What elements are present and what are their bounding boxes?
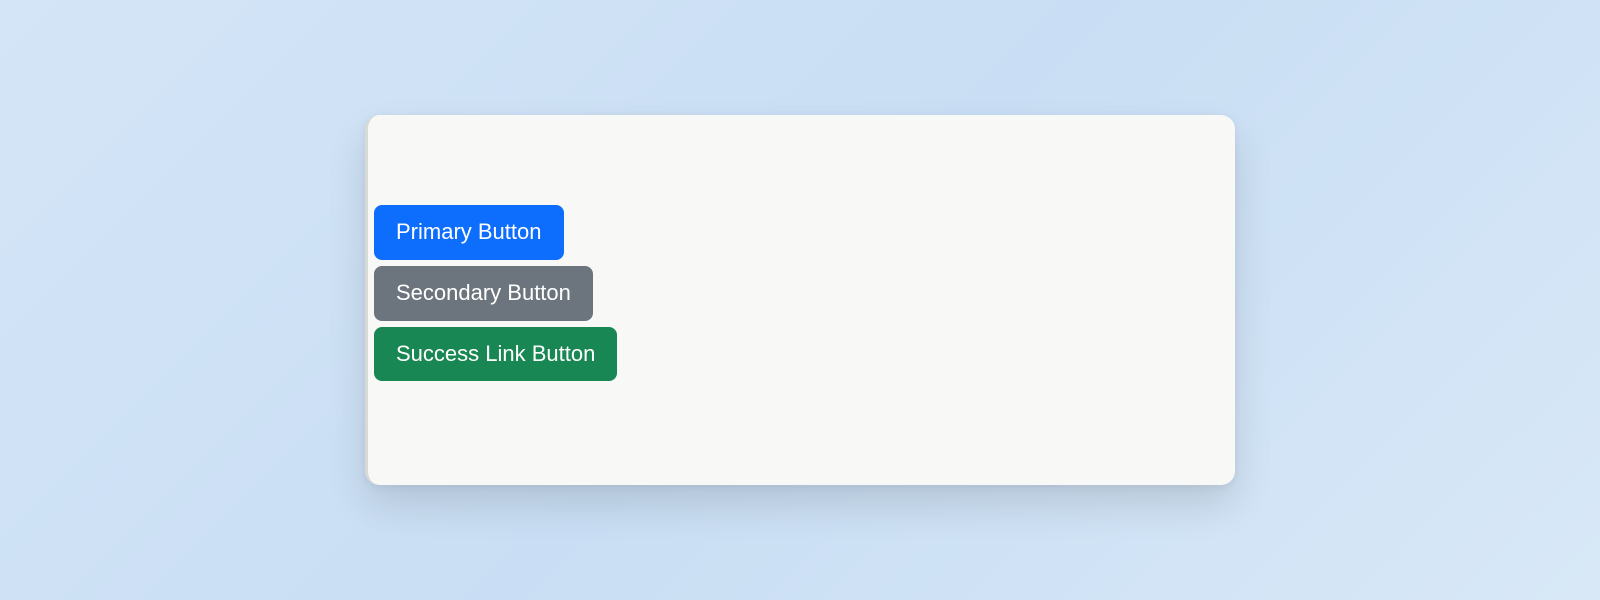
button-row-primary: Primary Button [374,205,1235,260]
button-row-success: Success Link Button [374,327,1235,382]
primary-button[interactable]: Primary Button [374,205,564,260]
demo-card: Primary Button Secondary Button Success … [365,115,1235,485]
secondary-button[interactable]: Secondary Button [374,266,593,321]
button-row-secondary: Secondary Button [374,266,1235,321]
success-link-button[interactable]: Success Link Button [374,327,617,382]
